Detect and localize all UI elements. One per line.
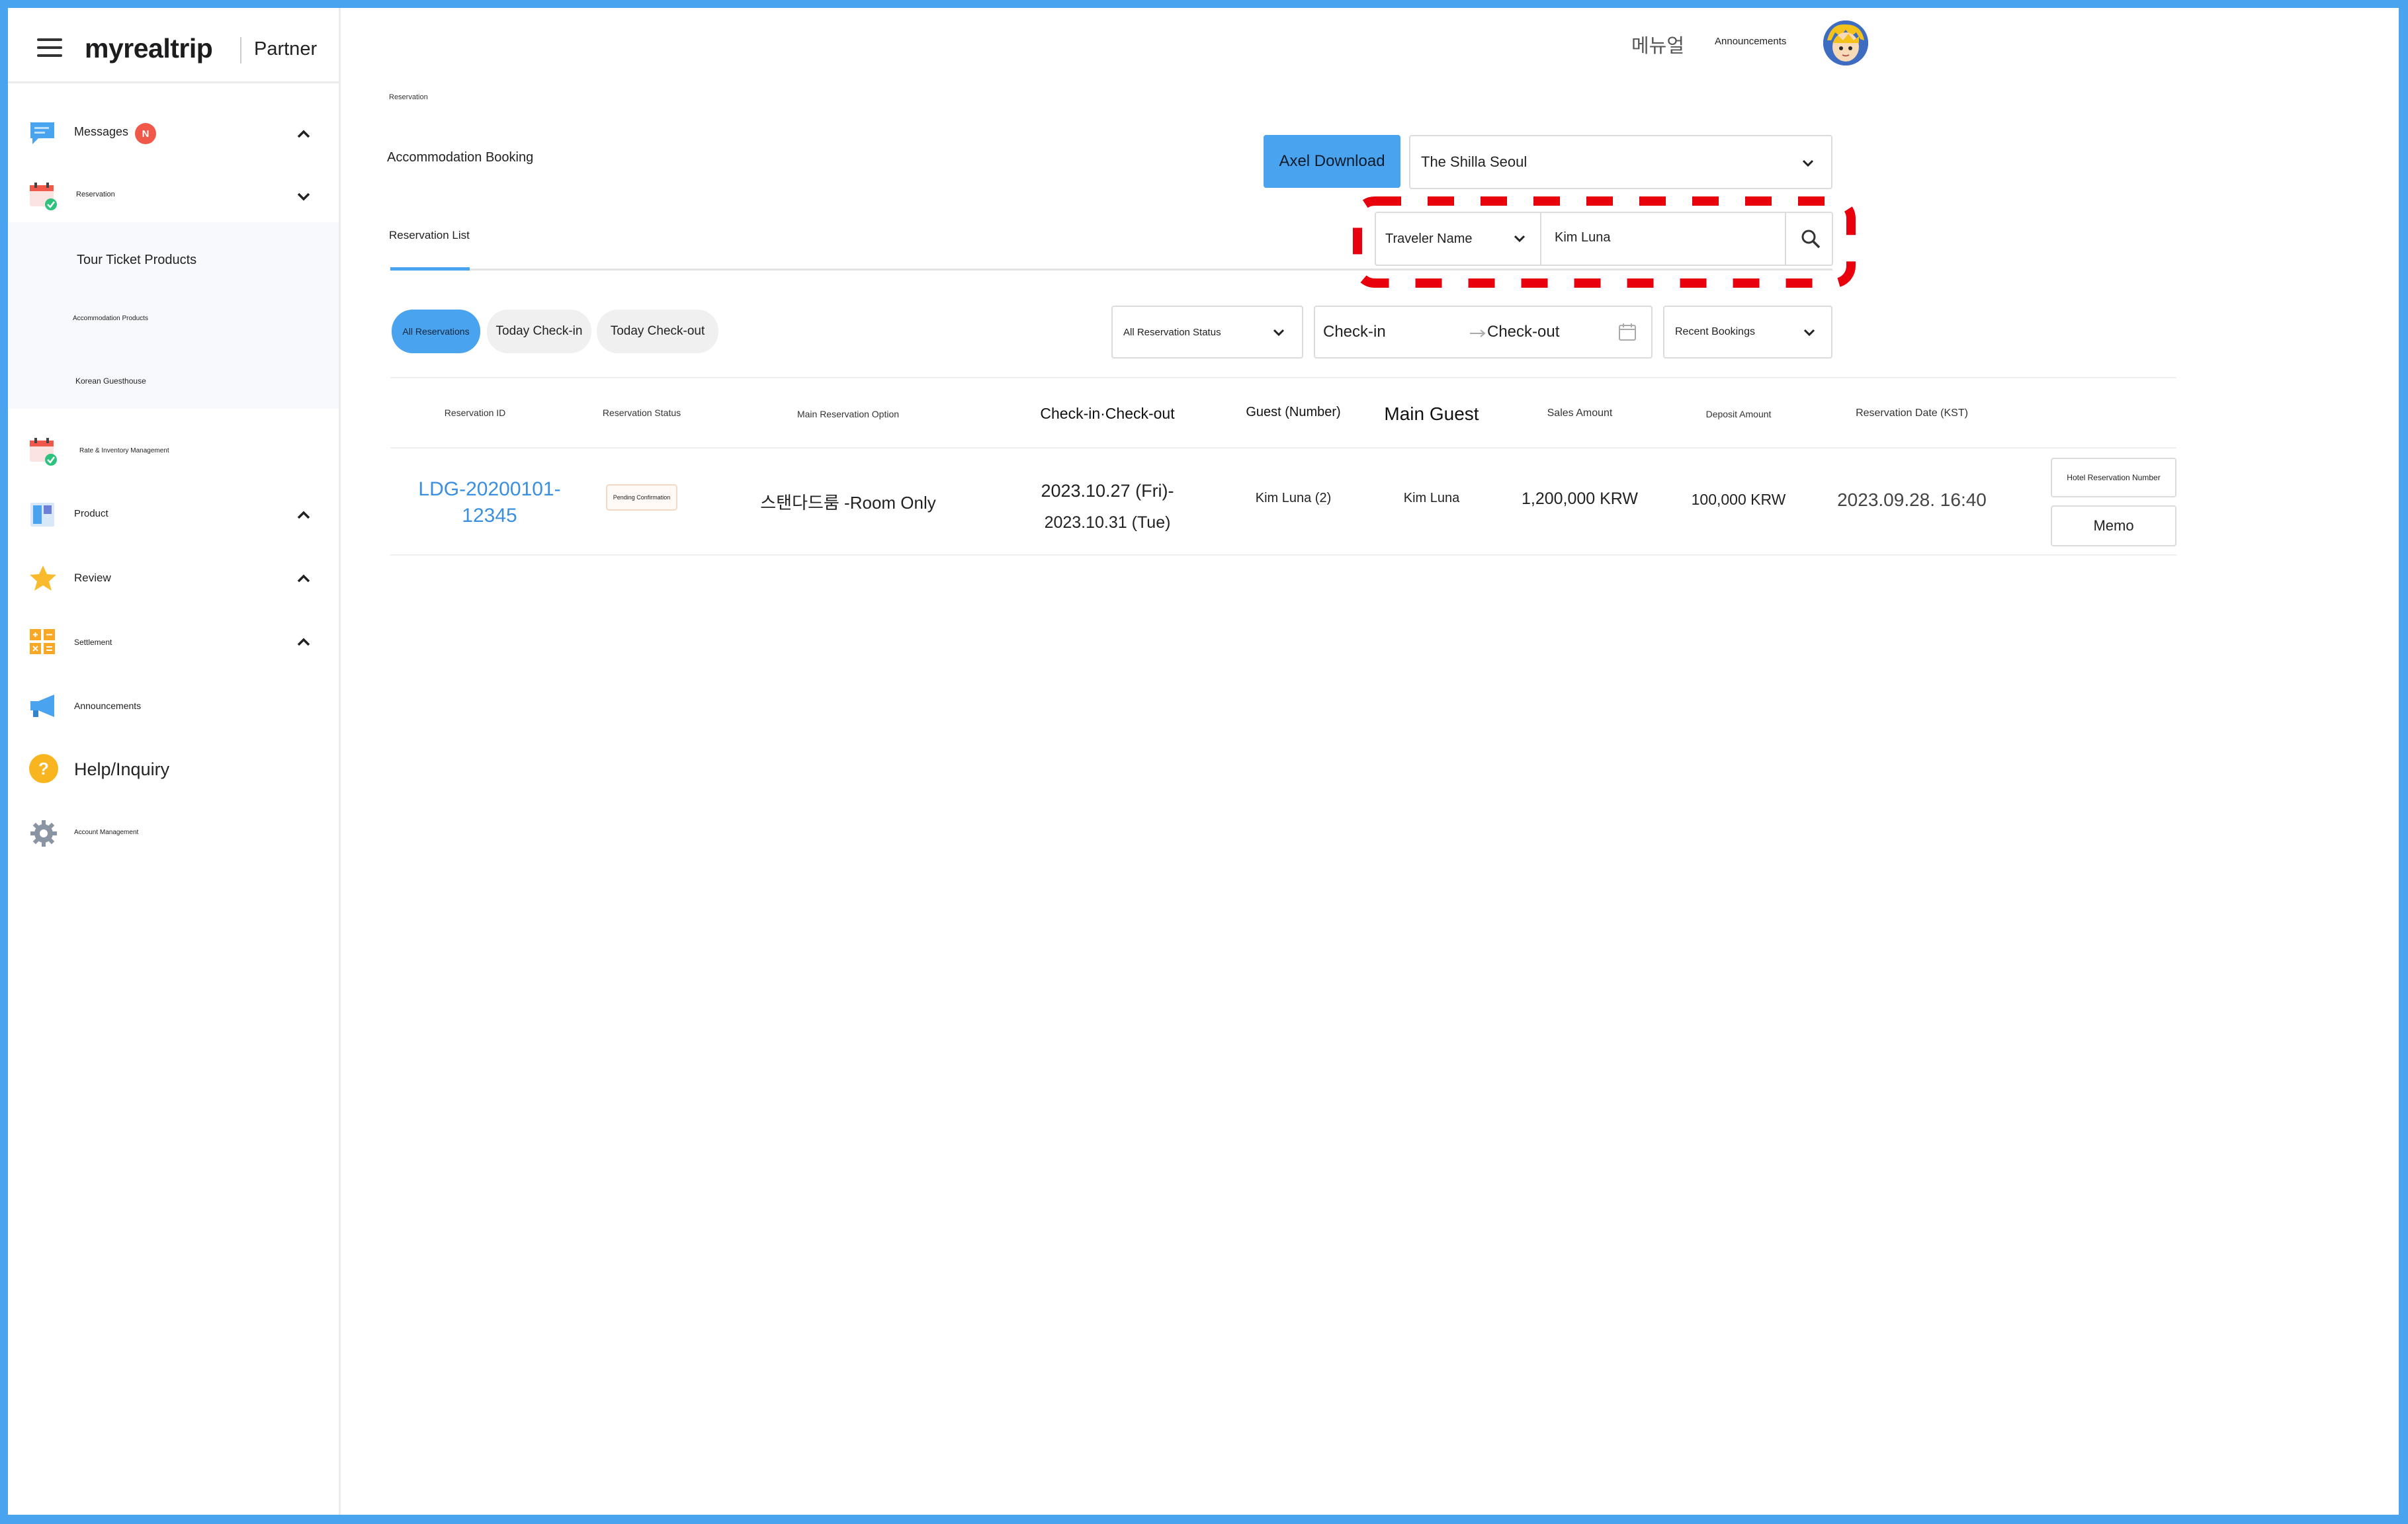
column-header-reservation-id: Reservation ID [444, 407, 506, 418]
sidebar-item-label: Product [74, 508, 108, 519]
gear-icon [30, 820, 57, 847]
highlight-outline [1353, 196, 1856, 288]
page-title: Accommodation Booking [387, 150, 534, 165]
status-select[interactable]: All Reservation Status [1111, 306, 1303, 359]
breadcrumb[interactable]: Reservation [389, 93, 428, 101]
sidebar-item-rate-inventory[interactable]: Rate & Inventory Management [8, 431, 339, 471]
user-name[interactable]: 메뉴얼 [1631, 30, 1684, 58]
sidebar-item-product[interactable]: Product [8, 495, 339, 534]
calculator-icon [30, 629, 55, 654]
column-header-deposit-amount: Deposit Amount [1705, 409, 1772, 419]
chevron-up-icon[interactable] [292, 504, 315, 527]
column-header-guest-number: Guest (Number) [1246, 405, 1341, 419]
avatar[interactable] [1823, 21, 1868, 65]
column-header-main-guest: Main Guest [1384, 403, 1479, 424]
main-option: 스탠다드룸 -Room Only [760, 493, 936, 513]
reservation-id-link[interactable]: LDG-20200101- 12345 [390, 476, 589, 529]
megaphone-icon [30, 695, 54, 717]
column-header-reservation-date: Reservation Date (KST) [1856, 407, 1968, 419]
date-range-picker[interactable]: Check-in Check-out [1314, 306, 1653, 359]
help-icon: ? [29, 754, 58, 783]
checkin-date: 2023.10.27 (Fri)- [1041, 481, 1174, 501]
calendar-check-icon [30, 183, 57, 210]
sidebar: myrealtrip Partner Messages N Reservatio… [8, 8, 341, 1515]
filter-all-reservations[interactable]: All Reservations [392, 310, 480, 353]
status-select-value: All Reservation Status [1123, 326, 1221, 338]
checkin-checkout: 2023.10.27 (Fri)- 2023.10.31 (Tue) [1008, 475, 1207, 538]
sort-select-value: Recent Bookings [1675, 326, 1755, 337]
chevron-up-icon[interactable] [292, 123, 315, 146]
chevron-down-icon [1802, 159, 1814, 167]
calendar-check-icon [30, 438, 57, 466]
deposit-amount: 100,000 KRW [1691, 491, 1786, 508]
tab-reservation-list[interactable]: Reservation List [389, 229, 470, 242]
chat-icon [30, 122, 54, 144]
checkin-input[interactable]: Check-in [1323, 323, 1386, 341]
sidebar-item-label: Help/Inquiry [74, 759, 170, 779]
partner-label: Partner [254, 38, 318, 60]
app-frame: myrealtrip Partner Messages N Reservatio… [8, 8, 2399, 1515]
checkout-input[interactable]: Check-out [1487, 323, 1559, 341]
brand-logo[interactable]: myrealtrip [85, 33, 213, 64]
new-badge: N [135, 123, 156, 144]
calendar-icon[interactable] [1617, 321, 1638, 343]
column-header-reservation-status: Reservation Status [602, 407, 681, 418]
memo-button[interactable]: Memo [2051, 505, 2176, 546]
status-badge: Pending Confirmation [606, 484, 677, 511]
submenu-item-accommodation[interactable]: Accommodation Products [73, 315, 148, 322]
reservation-date: 2023.09.28. 16:40 [1837, 489, 1987, 510]
chevron-up-icon[interactable] [292, 631, 315, 654]
column-header-sales-amount: Sales Amount [1547, 407, 1613, 419]
sidebar-item-label: Reservation [76, 190, 115, 198]
tab-active-indicator [390, 267, 470, 271]
sidebar-item-announcements[interactable]: Announcements [8, 685, 339, 725]
reservation-id-line2: 12345 [462, 505, 517, 527]
logo-bar: myrealtrip Partner [8, 8, 341, 83]
sidebar-item-account[interactable]: Account Management [8, 812, 339, 852]
column-header-main-option: Main Reservation Option [796, 409, 900, 419]
avatar-image [1823, 21, 1868, 65]
main-guest: Kim Luna [1403, 491, 1460, 505]
checkout-date: 2023.10.31 (Tue) [1044, 513, 1171, 532]
menu-icon[interactable] [37, 38, 62, 58]
sort-select[interactable]: Recent Bookings [1663, 306, 1832, 359]
property-select-value: The Shilla Seoul [1421, 153, 1527, 170]
chevron-up-icon[interactable] [292, 568, 315, 590]
guest-number: Kim Luna (2) [1255, 491, 1332, 505]
sidebar-item-label: Messages [74, 125, 129, 138]
sidebar-item-label: Review [74, 572, 111, 584]
submenu-item-tour-tickets[interactable]: Tour Ticket Products [77, 253, 196, 268]
sidebar-item-settlement[interactable]: Settlement [8, 622, 339, 661]
sidebar-item-label: Account Management [74, 829, 139, 836]
sidebar-item-messages[interactable]: Messages N [8, 114, 339, 153]
table-row-divider [390, 554, 2176, 556]
property-select[interactable]: The Shilla Seoul [1409, 135, 1832, 189]
table-top-border [390, 377, 2176, 378]
excel-download-button[interactable]: Axel Download [1264, 135, 1400, 188]
sidebar-item-reservation[interactable]: Reservation [8, 176, 339, 216]
sidebar-item-label: Rate & Inventory Management [79, 447, 169, 454]
sidebar-item-help[interactable]: ? Help/Inquiry [8, 749, 339, 788]
chevron-down-icon[interactable] [292, 185, 315, 208]
sidebar-item-label: Announcements [74, 700, 142, 711]
sales-amount: 1,200,000 KRW [1521, 489, 1639, 508]
column-header-checkin-checkout: Check-in·Check-out [1040, 405, 1175, 422]
arrow-right-icon [1470, 329, 1486, 337]
product-grid-icon [30, 503, 54, 527]
reservation-id-line1: LDG-20200101- [418, 478, 561, 500]
announcements-link[interactable]: Announcements [1715, 36, 1786, 47]
submenu-item-korean-guesthouse[interactable]: Korean Guesthouse [75, 376, 146, 386]
table-row: LDG-20200101- 12345 Pending Confirmation… [390, 448, 2176, 554]
chevron-down-icon [1273, 329, 1285, 337]
filter-today-checkin[interactable]: Today Check-in [487, 310, 591, 353]
chevron-down-icon [1803, 329, 1815, 337]
logo-divider [240, 37, 241, 64]
hotel-reservation-number-button[interactable]: Hotel Reservation Number [2051, 458, 2176, 497]
svg-text:?: ? [38, 759, 49, 779]
star-icon [30, 566, 56, 591]
filter-today-checkout[interactable]: Today Check-out [597, 310, 718, 353]
sidebar-item-review[interactable]: Review [8, 558, 339, 598]
sidebar-item-label: Settlement [74, 638, 112, 647]
reservation-submenu: Tour Ticket Products Accommodation Produ… [8, 222, 339, 409]
